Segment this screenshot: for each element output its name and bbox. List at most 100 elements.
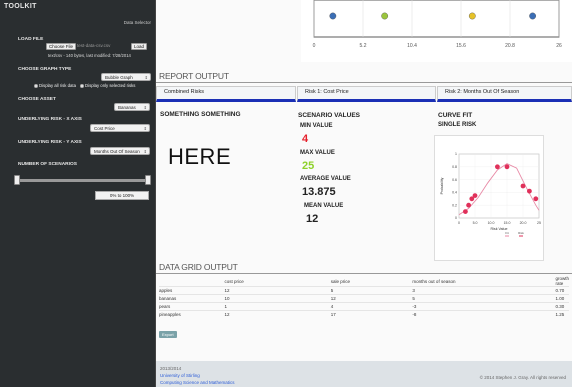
tab-risk-cost-price[interactable]: Risk 1: Cost Price xyxy=(297,86,436,102)
x-tick-label: 10.0 xyxy=(488,221,495,225)
risk-y-select[interactable]: Months Out Of Season ⇕ xyxy=(90,147,150,155)
scenarios-slider-start-handle[interactable] xyxy=(14,175,20,185)
load-file-label: LOAD FILE xyxy=(18,37,44,42)
app-title: TOOLKIT xyxy=(4,3,37,10)
mean-value-label: MEAN VALUE xyxy=(304,203,344,209)
y-tick-label: 0.8 xyxy=(452,165,457,169)
table-cell: pears xyxy=(159,302,225,311)
choose-file-button[interactable]: Choose File xyxy=(46,43,77,50)
table-row: pineapples 12 17 -8 1.25 xyxy=(159,310,569,319)
chevron-updown-icon: ⇕ xyxy=(143,149,147,154)
table-cell: 0.30 xyxy=(555,302,569,311)
radio-icon xyxy=(34,83,38,88)
bubble-point[interactable] xyxy=(468,12,476,20)
chevron-updown-icon: ⇕ xyxy=(144,75,148,80)
risk-data-point[interactable] xyxy=(520,183,526,189)
x-tick-label: 15.6 xyxy=(456,43,466,49)
max-value: 25 xyxy=(302,160,315,172)
combined-heading: SOMETHING SOMETHING xyxy=(160,111,241,118)
column-header: sale price xyxy=(330,278,350,284)
x-tick-label: 25 xyxy=(537,221,541,225)
radio-all-risk[interactable]: Display all risk data xyxy=(34,83,76,88)
risk-y-value: Months Out Of Season xyxy=(94,149,140,154)
graph-type-label: CHOOSE GRAPH TYPE xyxy=(18,67,72,72)
y-tick-label: 0 xyxy=(455,216,457,220)
risk-data-point[interactable] xyxy=(466,202,471,208)
max-value-label: MAX VALUE xyxy=(300,150,335,156)
curve-fit-chart: 0 5.0 10.0 15.0 20.0 25 0 0.2 0.4 0.6 0.8 1 Risk Val… xyxy=(434,135,544,261)
min-value: 4 xyxy=(302,133,309,145)
y-axis-label: Probability xyxy=(440,177,444,194)
column-header xyxy=(159,276,224,287)
table-row: pears 1 4 -3 0.30 xyxy=(159,302,569,311)
table-cell: 0.70 xyxy=(555,286,569,295)
table-cell: -3 xyxy=(412,302,556,311)
risk-data-point[interactable] xyxy=(463,209,468,214)
risk-x-select[interactable]: Cost Price ⇕ xyxy=(90,124,150,132)
risk-y-label: UNDERLYING RISK - Y AXIS xyxy=(18,140,82,145)
chevron-updown-icon: ⇕ xyxy=(143,105,147,110)
risk-data-point[interactable] xyxy=(533,196,539,202)
risk-data-point[interactable] xyxy=(527,188,532,194)
selected-file-name: test-data-csv.csv xyxy=(77,43,111,48)
radio-icon xyxy=(80,83,85,88)
asset-label: CHOOSE ASSET xyxy=(18,97,56,102)
risk-x-label: UNDERLYING RISK - X AXIS xyxy=(18,117,82,122)
bubble-chart-panel: 0 5.2 10.4 15.6 20.8 26 xyxy=(301,0,572,62)
scenario-values-title: SCENARIO VALUES xyxy=(298,112,360,119)
table-cell: 4 xyxy=(330,302,413,311)
column-header: growth rate xyxy=(555,276,569,286)
table-cell: bananas xyxy=(159,294,225,303)
risk-data-point[interactable] xyxy=(495,164,500,170)
table-cell: 17 xyxy=(330,310,413,319)
department-link[interactable]: Computing Science and Mathematics xyxy=(160,380,235,385)
sidebar: TOOLKIT Data Selector LOAD FILE Choose F… xyxy=(0,0,156,387)
data-grid-table: cost price sale price months out of season… xyxy=(159,276,569,319)
mean-value: 12 xyxy=(306,213,319,225)
curve-fit-svg: 0 5.0 10.0 15.0 20.0 2500.20.40.60.81Risk Val… xyxy=(440,152,541,237)
table-cell: 1.00 xyxy=(555,294,569,303)
bubble-point[interactable] xyxy=(381,12,389,20)
asset-value: Bananas xyxy=(118,105,136,110)
y-tick-label: 1 xyxy=(455,152,457,156)
x-tick-label: 20.8 xyxy=(505,43,515,49)
university-link[interactable]: University of Stirling xyxy=(160,373,200,378)
x-tick-label: 0 xyxy=(458,221,460,225)
table-row: bananas 10 12 5 1.00 xyxy=(159,294,569,303)
graph-type-value: Bubble Graph xyxy=(105,75,133,80)
data-selector-label: Data Selector xyxy=(123,20,151,25)
table-cell: 5 xyxy=(412,294,556,303)
x-tick-label: 15.0 xyxy=(504,221,511,225)
tab-combined-risks[interactable]: Combined Risks xyxy=(156,86,296,102)
data-grid-title: DATA GRID OUTPUT xyxy=(159,262,238,272)
bubble-point[interactable] xyxy=(329,12,337,20)
file-info: text/csv - 140 bytes, last modified: 7/2… xyxy=(48,53,131,58)
average-value: 13.875 xyxy=(302,186,336,198)
table-cell: 3 xyxy=(412,286,556,295)
data-grid-divider xyxy=(156,273,572,274)
x-tick-label: 10.4 xyxy=(407,43,417,49)
scenarios-slider-end-handle[interactable] xyxy=(145,175,151,185)
graph-type-select[interactable]: Bubble Graph ⇕ xyxy=(101,73,151,81)
table-cell: 12 xyxy=(330,294,413,303)
asset-select[interactable]: Bananas ⇕ xyxy=(114,103,150,111)
export-button[interactable]: Export xyxy=(159,331,177,338)
curve-fit-title: CURVE FIT xyxy=(438,112,473,119)
load-button[interactable]: Load xyxy=(131,43,148,50)
scenarios-slider-track[interactable] xyxy=(16,179,150,182)
tab-risk-months-out-of-season[interactable]: Risk 2: Months Out Of Season xyxy=(437,86,572,102)
table-cell: 5 xyxy=(330,286,413,295)
placeholder-text: HERE xyxy=(168,144,232,169)
scenarios-range-text: 0% to 100% xyxy=(95,191,149,200)
y-tick-label: 0.4 xyxy=(452,191,457,195)
bubble-point[interactable] xyxy=(529,12,537,20)
radio-selected-risks[interactable]: Display only selected risks xyxy=(80,83,135,88)
plot-area xyxy=(458,153,540,219)
risk-data-point[interactable] xyxy=(504,164,510,170)
x-tick-label: 26 xyxy=(556,43,562,49)
table-cell: 1.25 xyxy=(555,310,569,319)
table-cell: pineapples xyxy=(159,310,225,319)
risk-data-point[interactable] xyxy=(472,193,478,198)
x-tick-label: 5.0 xyxy=(473,221,478,225)
x-tick-label: 20.0 xyxy=(520,221,527,225)
